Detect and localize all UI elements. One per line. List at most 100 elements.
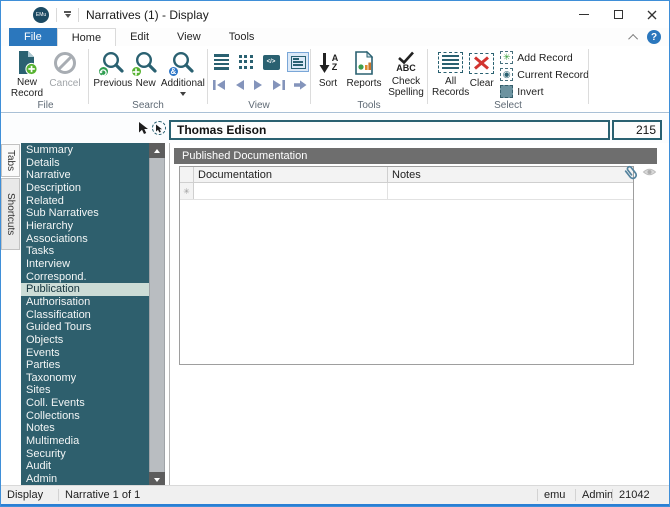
new-record-button[interactable]: New Record — [7, 46, 47, 98]
all-records-button[interactable]: All Records — [432, 46, 469, 98]
help-icon[interactable]: ? — [647, 30, 661, 44]
tab-tools[interactable]: Tools — [215, 28, 269, 46]
sidebar-item[interactable]: Sites — [21, 384, 149, 397]
next-record-button[interactable] — [252, 78, 265, 92]
sidebar-item[interactable]: Details — [21, 157, 149, 170]
documentation-cell[interactable] — [194, 183, 388, 199]
search-additional-button[interactable]: & Additional — [159, 46, 207, 98]
sidebar-item[interactable]: Audit — [21, 460, 149, 473]
side-tab-tabs[interactable]: Tabs — [1, 144, 20, 177]
search-previous-button[interactable]: Previous — [93, 46, 133, 98]
ribbon-group-view: </> View — [208, 46, 310, 112]
tab-file[interactable]: File — [9, 28, 57, 46]
column-header-documentation[interactable]: Documentation — [194, 167, 388, 182]
view-attachment-eye-icon[interactable] — [642, 166, 657, 182]
last-record-button[interactable] — [271, 78, 286, 92]
tab-view[interactable]: View — [163, 28, 215, 46]
table-row[interactable]: ✳ — [180, 183, 633, 200]
cancel-icon — [53, 49, 77, 77]
sidebar-item[interactable]: Correspond. — [21, 271, 149, 284]
status-user: Admin — [576, 486, 612, 504]
record-number-field[interactable]: 215 — [612, 120, 662, 140]
select-region-button[interactable] — [152, 121, 166, 135]
group-label-file: File — [3, 100, 88, 111]
sidebar-item[interactable]: Parties — [21, 359, 149, 372]
sidebar-item[interactable]: Classification — [21, 309, 149, 322]
sidebar-item[interactable]: Guided Tours — [21, 321, 149, 334]
code-view-button[interactable]: </> — [262, 54, 280, 70]
sidebar-item[interactable]: Events — [21, 347, 149, 360]
invert-selection-button[interactable]: Invert — [500, 84, 589, 99]
sidebar-item[interactable]: Authorisation — [21, 296, 149, 309]
search-previous-icon — [100, 49, 126, 77]
reports-button[interactable]: Reports — [343, 46, 385, 98]
grid-view-button[interactable] — [237, 54, 255, 70]
sort-icon: AZ — [318, 49, 339, 77]
code-view-icon: </> — [263, 55, 280, 70]
tab-edit[interactable]: Edit — [116, 28, 163, 46]
current-record-button[interactable]: ◉ Current Record — [500, 67, 589, 82]
goto-record-button[interactable] — [292, 78, 308, 92]
sidebar-item[interactable]: Collections — [21, 410, 149, 423]
sidebar-item[interactable]: Coll. Events — [21, 397, 149, 410]
sidebar-item[interactable]: Admin — [21, 473, 149, 486]
invert-selection-icon — [500, 85, 513, 98]
sidebar-item[interactable]: Sub Narratives — [21, 207, 149, 220]
list-view-button[interactable] — [212, 54, 230, 70]
search-new-button[interactable]: New — [133, 46, 159, 98]
emu-logo-icon[interactable]: EMu — [33, 7, 49, 23]
sidebar-item[interactable]: Taxonomy — [21, 372, 149, 385]
ribbon-group-search: Previous New — [89, 46, 207, 112]
previous-record-button[interactable] — [233, 78, 246, 92]
quick-access-dropdown-icon[interactable] — [64, 11, 71, 18]
side-tab-shortcuts[interactable]: Shortcuts — [1, 178, 20, 250]
minimize-button[interactable] — [567, 1, 601, 28]
add-record-button[interactable]: ✳ Add Record — [500, 50, 589, 65]
record-title-field[interactable]: Thomas Edison — [169, 120, 610, 140]
sidebar-item[interactable]: Interview — [21, 258, 149, 271]
maximize-button[interactable] — [601, 1, 635, 28]
sort-button[interactable]: AZ Sort — [313, 46, 343, 98]
group-label-view: View — [208, 100, 310, 111]
clear-selection-button[interactable]: Clear — [469, 46, 494, 98]
tab-home[interactable]: Home — [57, 28, 116, 46]
sidebar-item[interactable]: Narrative — [21, 169, 149, 182]
pointer-tool-button[interactable] — [136, 121, 150, 135]
search-new-icon — [133, 49, 159, 77]
pointer-icon — [137, 121, 149, 135]
sidebar-item[interactable]: Objects — [21, 334, 149, 347]
sidebar-item[interactable]: Publication — [21, 283, 149, 296]
details-view-button[interactable] — [287, 52, 309, 72]
new-row-marker: ✳ — [180, 183, 194, 199]
attachment-icon[interactable] — [622, 163, 639, 182]
application-window: EMu Narratives (1) - Display File Home E… — [0, 0, 670, 507]
all-records-icon — [438, 49, 463, 75]
sidebar-item[interactable]: Hierarchy — [21, 220, 149, 233]
list-view-icon — [214, 54, 229, 70]
tab-list: SummaryDetailsNarrativeDescriptionRelate… — [21, 143, 149, 487]
group-label-select: Select — [428, 100, 588, 111]
ribbon-group-select: All Records Clear ✳ Add Record — [428, 46, 588, 112]
sidebar-item[interactable]: Security — [21, 448, 149, 461]
first-record-button[interactable] — [212, 78, 227, 92]
sidebar-item[interactable]: Description — [21, 182, 149, 195]
notes-cell[interactable] — [388, 183, 633, 199]
sidebar-item[interactable]: Related — [21, 195, 149, 208]
cancel-button[interactable]: Cancel — [47, 46, 83, 98]
sidebar-item[interactable]: Tasks — [21, 245, 149, 258]
scrollbar-thumb[interactable] — [149, 158, 165, 472]
search-additional-icon: & — [170, 49, 196, 77]
sidebar-item[interactable]: Summary — [21, 144, 149, 157]
sidebar-item[interactable]: Multimedia — [21, 435, 149, 448]
sidebar-item[interactable]: Notes — [21, 422, 149, 435]
scroll-down-icon — [154, 478, 160, 482]
current-record-icon: ◉ — [500, 68, 513, 81]
sidebar-item[interactable]: Associations — [21, 233, 149, 246]
collapse-ribbon-icon[interactable] — [628, 33, 638, 43]
close-button[interactable] — [635, 1, 669, 28]
documentation-table[interactable]: Documentation Notes ✳ — [179, 166, 634, 365]
scroll-up-button[interactable] — [149, 143, 165, 158]
check-spelling-button[interactable]: ABC Check Spelling — [385, 46, 427, 98]
column-header-notes[interactable]: Notes — [388, 167, 633, 182]
sidebar-scrollbar[interactable] — [149, 143, 165, 487]
